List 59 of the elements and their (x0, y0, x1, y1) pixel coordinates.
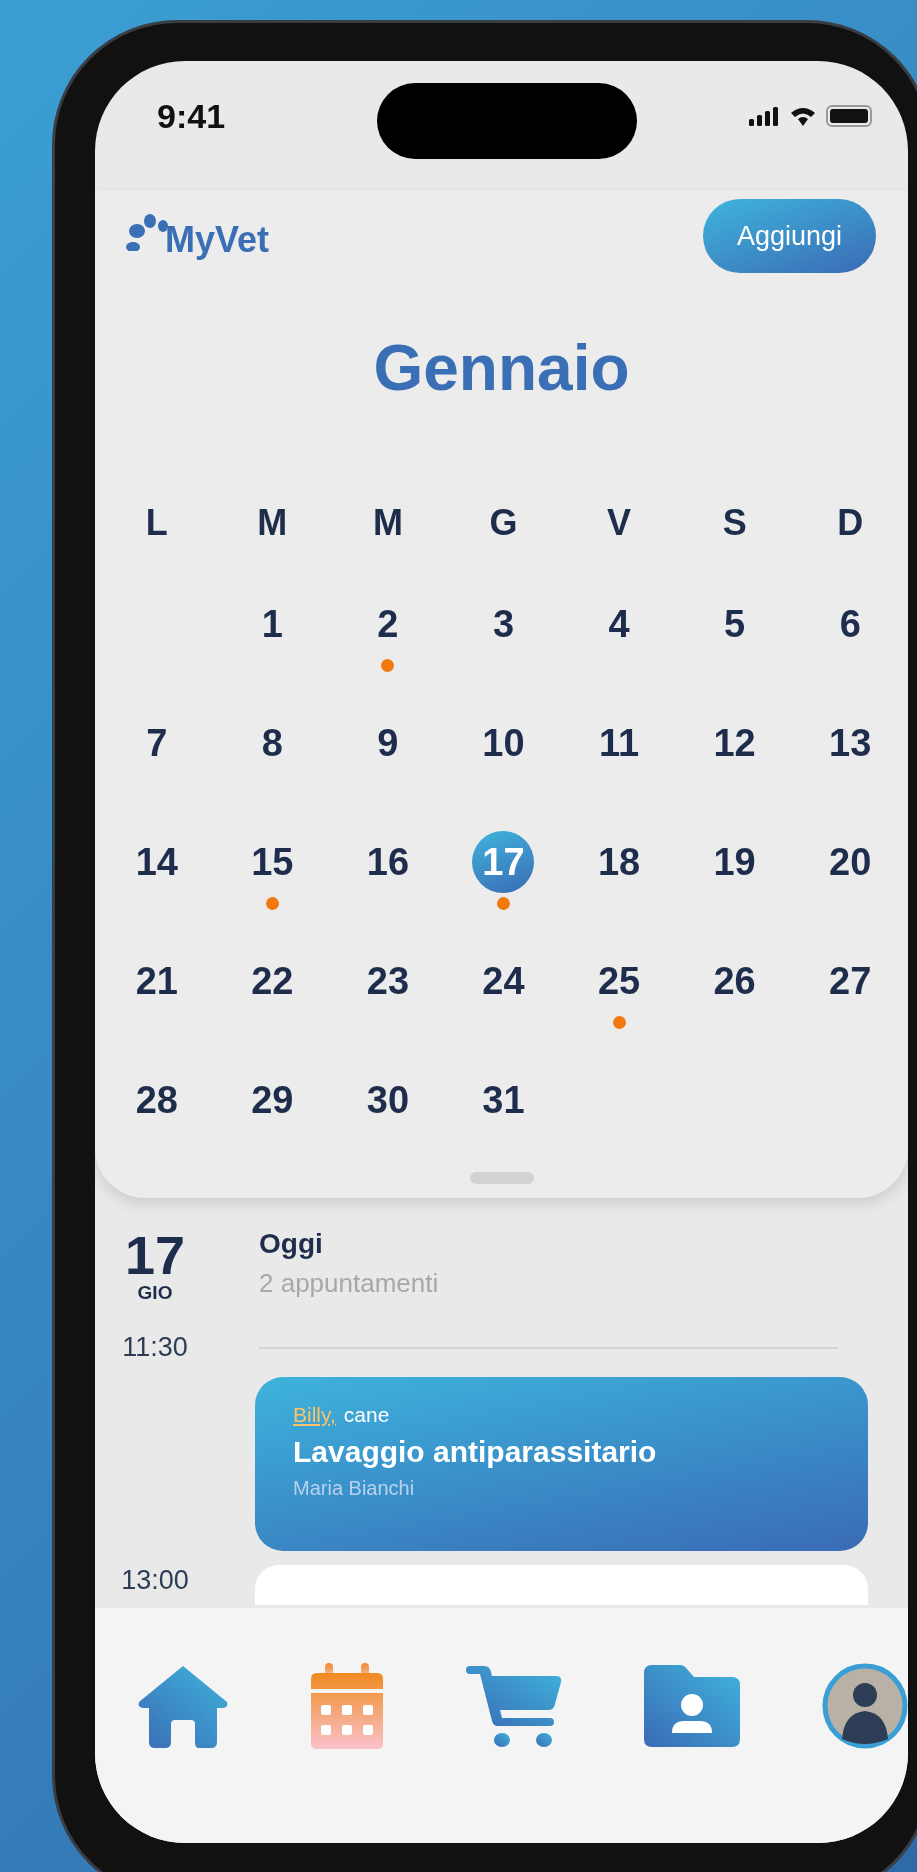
calendar-day[interactable]: 31 (472, 1069, 535, 1131)
calendar-icon[interactable] (311, 1662, 384, 1749)
calendar-day[interactable]: 30 (356, 1069, 419, 1131)
agenda-day: 17 (124, 1228, 186, 1282)
calendar-day[interactable]: 14 (125, 831, 188, 893)
weekday-label: M (371, 501, 404, 545)
signal-icon (748, 106, 780, 126)
agenda-weekday: GIO (137, 1282, 173, 1304)
calendar-day[interactable]: 20 (819, 831, 882, 893)
vet-name: Maria Bianchi (293, 1477, 416, 1500)
wifi-icon (790, 105, 816, 127)
month-title: Gennaio (372, 331, 631, 406)
calendar-day[interactable]: 6 (819, 593, 882, 655)
weekday-label: S (721, 501, 748, 545)
logo-text: MyVet (165, 219, 270, 261)
calendar-day[interactable]: 22 (241, 950, 304, 1012)
calendar-day[interactable]: 2 (356, 593, 419, 655)
calendar-day[interactable]: 11 (588, 712, 651, 774)
calendar-day[interactable]: 13 (819, 712, 882, 774)
weekday-label: G (488, 501, 519, 545)
slot-time: 11:30 (121, 1332, 189, 1363)
calendar-day[interactable]: 29 (241, 1069, 304, 1131)
calendar-day[interactable]: 24 (472, 950, 535, 1012)
status-time: 9:41 (157, 96, 226, 136)
contact-folder-icon[interactable] (643, 1664, 740, 1747)
weekday-label: V (606, 501, 633, 545)
appointment-count: 2 appuntamenti (259, 1268, 439, 1299)
agenda-title: Oggi (259, 1228, 324, 1260)
weekday-label: L (144, 501, 169, 545)
pet-species: cane (343, 1403, 390, 1427)
calendar-day[interactable]: 4 (588, 593, 651, 655)
appointment-title: Lavaggio antiparassitario (293, 1435, 658, 1469)
calendar-day[interactable]: 12 (703, 712, 766, 774)
calendar-day[interactable]: 5 (703, 593, 766, 655)
calendar-day[interactable]: 26 (703, 950, 766, 1012)
calendar-day[interactable]: 10 (472, 712, 535, 774)
calendar-day[interactable]: 16 (356, 831, 419, 893)
add-button[interactable]: Aggiungi (702, 199, 876, 273)
calendar-day[interactable]: 27 (819, 950, 882, 1012)
calendar-day[interactable]: 25 (588, 950, 651, 1012)
calendar-day[interactable]: 18 (588, 831, 651, 893)
calendar-day[interactable]: 3 (472, 593, 535, 655)
drag-handle[interactable] (469, 1172, 534, 1184)
calendar-day[interactable]: 23 (356, 950, 419, 1012)
weekday-label: M (256, 501, 289, 545)
calendar-day[interactable]: 7 (125, 712, 188, 774)
calendar-day[interactable]: 21 (125, 950, 188, 1012)
calendar-day[interactable]: 9 (356, 712, 419, 774)
slot-time: 13:00 (120, 1564, 190, 1596)
cart-icon[interactable] (465, 1663, 562, 1748)
home-icon[interactable] (137, 1663, 229, 1748)
weekday-label: D (836, 501, 865, 545)
calendar-day[interactable]: 1 (241, 593, 304, 655)
profile-avatar[interactable] (822, 1662, 908, 1749)
battery-icon (826, 105, 872, 127)
calendar-day[interactable]: 28 (125, 1069, 188, 1131)
calendar-day[interactable]: 8 (241, 712, 304, 774)
calendar-day[interactable]: 15 (241, 831, 304, 893)
calendar-day[interactable]: 19 (703, 831, 766, 893)
